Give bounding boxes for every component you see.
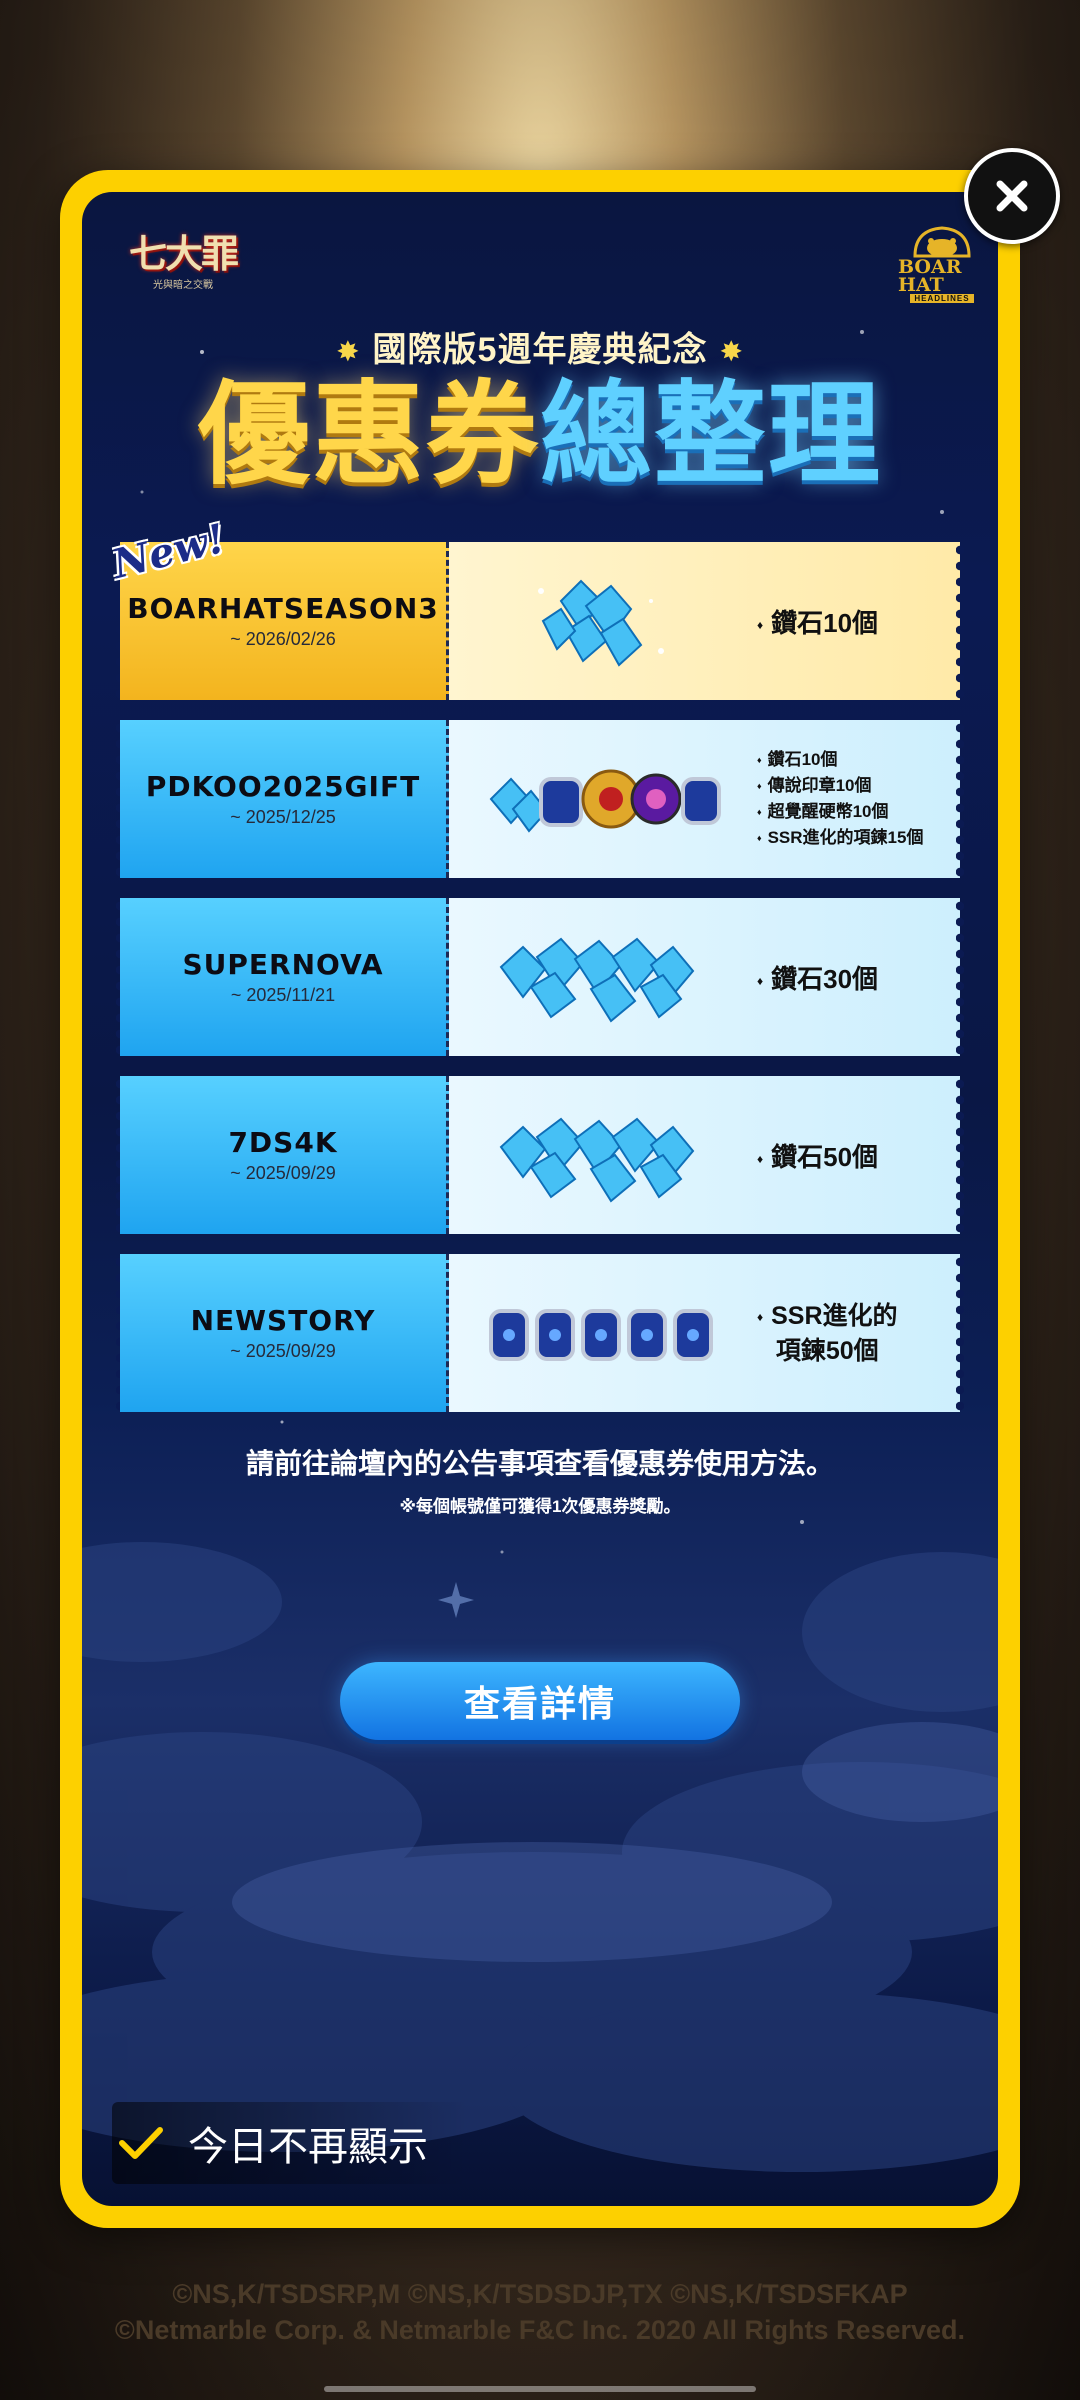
coupon-code-panel: New! BOARHATSEASON3 ~ 2026/02/26 <box>108 515 449 700</box>
diamond-pile-icon <box>499 937 695 1023</box>
boar-hat-logo-subtext: HEADLINES <box>910 294 974 303</box>
usage-notice: 請前往論壇內的公告事項查看優惠券使用方法。 <box>245 1448 834 1479</box>
coupon-card: SUPERNOVA ~ 2025/11/21 鑽石30個 <box>116 898 964 1056</box>
ticket-edge <box>956 542 964 700</box>
necklace-icon <box>489 1309 713 1361</box>
coupon-expiry: ~ 2026/02/26 <box>230 629 336 649</box>
ticket-edge <box>956 720 964 878</box>
coupon-code: NEWSTORY <box>190 1304 376 1337</box>
dont-show-today-toggle[interactable]: 今日不再顯示 <box>112 2102 468 2184</box>
coupon-code-panel: PDKOO2025GIFT ~ 2025/12/25 <box>120 720 449 878</box>
coupon-code: SUPERNOVA <box>182 948 384 981</box>
coupon-code: PDKOO2025GIFT <box>145 770 421 803</box>
coupon-card: 7DS4K ~ 2025/09/29 鑽石50個 <box>116 1076 964 1234</box>
reward-list: 鑽石10個 <box>757 603 878 640</box>
coupon-code-panel: 7DS4K ~ 2025/09/29 <box>120 1076 449 1234</box>
copyright-footer: ©NS,K/TSDSRP,M ©NS,K/TSDSDJP,TX ©NS,K/TS… <box>0 2276 1080 2348</box>
event-subtitle: ✸ 國際版5週年慶典紀念 ✸ <box>82 322 998 371</box>
ticket-edge <box>956 1254 964 1412</box>
reward-item: 超覺醒硬幣10個 <box>757 799 923 825</box>
reward-list: 鑽石30個 <box>757 959 878 996</box>
page-title: 優惠券總整理 <box>82 370 998 500</box>
reward-item: SSR進化的項鍊15個 <box>757 825 924 851</box>
page-title-gold: 優惠券 <box>198 370 540 500</box>
ticket-edge <box>956 898 964 1056</box>
diamond-pile-icon <box>538 579 664 667</box>
reward-item: 鑽石10個 <box>757 603 878 640</box>
home-indicator[interactable] <box>324 2386 756 2392</box>
diamond-pile-icon <box>499 1117 695 1203</box>
copyright-line: ©Netmarble Corp. & Netmarble F&C Inc. 20… <box>114 2315 966 2345</box>
sparkle-icon: ✸ <box>719 336 744 367</box>
game-logo: 七大罪 光與暗之交戰 <box>118 222 248 292</box>
copyright-line: ©NS,K/TSDSRP,M ©NS,K/TSDSDJP,TX ©NS,K/TS… <box>172 2279 908 2309</box>
boar-hat-logo-text: BOAR HAT <box>898 256 962 296</box>
coupon-code: 7DS4K <box>228 1126 338 1159</box>
coupon-card: PDKOO2025GIFT ~ 2025/12/25 鑽石10個 <box>116 720 964 878</box>
coupon-reward-panel: 鑽石30個 <box>449 898 960 1056</box>
coupon-expiry: ~ 2025/12/25 <box>230 807 336 827</box>
game-logo-subtext: 光與暗之交戰 <box>153 280 213 291</box>
reward-item-continued: 項鍊50個 <box>775 1336 879 1365</box>
reward-item: 鑽石10個 <box>757 747 923 773</box>
reward-item: 傳說印章10個 <box>757 773 923 799</box>
boar-hat-logo: BOAR HAT HEADLINES <box>898 220 986 303</box>
usage-limit-note: ※每個帳號僅可獲得1次優惠券獎勵。 <box>399 1497 681 1516</box>
view-details-button[interactable]: 查看詳情 <box>340 1662 740 1740</box>
coupon-reward-panel: 鑽石10個 傳說印章10個 超覺醒硬幣10個 SSR進化的項鍊15個 <box>449 720 960 878</box>
coupon-code-panel: NEWSTORY ~ 2025/09/29 <box>120 1254 449 1412</box>
close-button[interactable] <box>964 148 1060 244</box>
coupon-card: New! BOARHATSEASON3 ~ 2026/02/26 鑽石10個 <box>108 515 964 700</box>
coupon-expiry: ~ 2025/11/21 <box>230 985 336 1005</box>
coupon-reward-panel: 鑽石10個 <box>449 542 960 700</box>
coupon-code: BOARHATSEASON3 <box>127 592 439 625</box>
reward-list: 鑽石50個 <box>757 1137 878 1174</box>
reward-list: 鑽石10個 傳說印章10個 超覺醒硬幣10個 SSR進化的項鍊15個 <box>757 747 924 851</box>
coupon-card: NEWSTORY ~ 2025/09/29 ♦ SSR進化的 項鍊50個 <box>116 1254 964 1412</box>
event-subtitle-text: 國際版5週年慶典紀念 <box>372 331 708 369</box>
boar-icon <box>913 226 971 258</box>
dont-show-today-label: 今日不再顯示 <box>188 2125 428 2169</box>
new-badge: New! <box>108 514 231 589</box>
page-title-blue: 總整理 <box>540 370 882 500</box>
ticket-edge <box>956 1076 964 1234</box>
coupon-expiry: ~ 2025/09/29 <box>230 1341 336 1361</box>
coupon-reward-panel: 鑽石50個 <box>449 1076 960 1234</box>
reward-list: ♦ SSR進化的 項鍊50個 <box>757 1299 898 1368</box>
coupon-expiry: ~ 2025/09/29 <box>230 1163 336 1183</box>
mixed-items-icon <box>489 769 721 833</box>
close-icon <box>996 180 1028 212</box>
popup-content: 七大罪 光與暗之交戰 BOAR HAT HEADLINES ✸ 國際版5週年慶典紀… <box>82 192 998 2206</box>
sparkle-icon: ✸ <box>336 336 361 367</box>
coupon-reward-panel: ♦ SSR進化的 項鍊50個 <box>449 1254 960 1412</box>
reward-item: 鑽石50個 <box>757 1137 878 1174</box>
game-logo-text: 七大罪 <box>128 231 239 276</box>
coupon-popup: 七大罪 光與暗之交戰 BOAR HAT HEADLINES ✸ 國際版5週年慶典紀… <box>60 170 1020 2228</box>
reward-item: SSR進化的 <box>771 1301 898 1330</box>
reward-item: 鑽石30個 <box>757 959 878 996</box>
coupon-code-panel: SUPERNOVA ~ 2025/11/21 <box>120 898 449 1056</box>
checkmark-icon <box>119 2127 163 2159</box>
